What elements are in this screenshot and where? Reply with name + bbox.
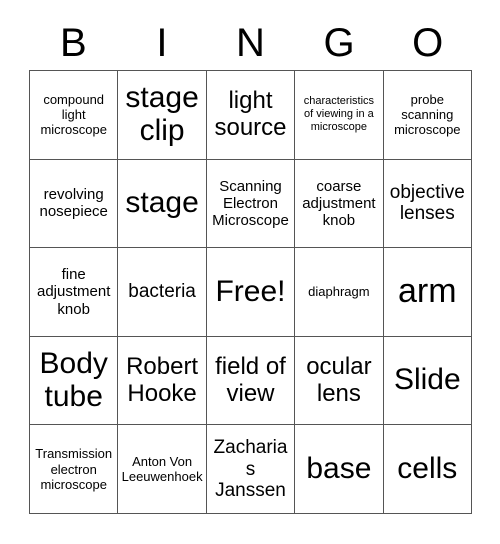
bingo-cell-r5c4[interactable]: base bbox=[295, 425, 384, 514]
bingo-header-letter-o: O bbox=[412, 21, 444, 65]
bingo-cell-label: Slide bbox=[393, 363, 461, 397]
bingo-cell-r2c3[interactable]: Scanning Electron Microscope bbox=[206, 159, 296, 249]
bingo-cell-r4c4[interactable]: ocular lens bbox=[295, 336, 384, 426]
bingo-cell-label: coarse adjustment knob bbox=[302, 177, 376, 230]
bingo-cell-r2c4[interactable]: coarse adjustment knob bbox=[295, 159, 384, 249]
bingo-cell-r1c5[interactable]: probe scanning microscope bbox=[383, 71, 472, 160]
bingo-cell-label: base bbox=[306, 451, 372, 485]
bingo-card: B I N G O compound light microscope stag… bbox=[0, 0, 500, 544]
bingo-cell-r2c5[interactable]: objective lenses bbox=[383, 159, 472, 249]
bingo-header-letter-b: B bbox=[59, 21, 87, 65]
bingo-cell-label: Anton Von Leeuwenhoek bbox=[121, 453, 203, 485]
bingo-cell-r3c5[interactable]: arm bbox=[383, 248, 472, 337]
bingo-cell-label: probe scanning microscope bbox=[394, 91, 461, 138]
bingo-cell-label: diaphragm bbox=[308, 284, 370, 300]
bingo-cell-label: revolving nosepiece bbox=[39, 186, 108, 221]
bingo-cell-label: field of view bbox=[215, 353, 286, 407]
bingo-cell-r4c5[interactable]: Slide bbox=[383, 336, 472, 426]
bingo-cell-label: stage clip bbox=[125, 81, 199, 147]
bingo-cell-r4c1[interactable]: Body tube bbox=[30, 336, 119, 426]
bingo-cell-label: objective lenses bbox=[389, 182, 465, 225]
bingo-cell-r5c2[interactable]: Anton Von Leeuwenhoek bbox=[118, 425, 207, 514]
bingo-cell-r4c3[interactable]: field of view bbox=[206, 336, 296, 426]
bingo-cell-label: characteristics of viewing in a microsco… bbox=[303, 95, 375, 134]
bingo-cell-label: fine adjustment knob bbox=[37, 266, 111, 318]
bingo-cell-free-space[interactable]: Free! bbox=[206, 248, 296, 337]
bingo-cell-r3c1[interactable]: fine adjustment knob bbox=[30, 248, 119, 337]
bingo-cell-label: ocular lens bbox=[306, 353, 372, 407]
bingo-cell-r2c1[interactable]: revolving nosepiece bbox=[30, 159, 119, 249]
bingo-cell-label: cells bbox=[397, 451, 458, 485]
bingo-cell-r1c3[interactable]: light source bbox=[206, 71, 296, 160]
bingo-cell-r5c5[interactable]: cells bbox=[383, 425, 472, 514]
bingo-cell-label: bacteria bbox=[128, 281, 196, 303]
bingo-cell-r5c3[interactable]: Zacharias Janssen bbox=[206, 425, 296, 514]
bingo-cell-r1c1[interactable]: compound light microscope bbox=[30, 71, 119, 160]
bingo-cell-r1c2[interactable]: stage clip bbox=[118, 71, 207, 160]
bingo-cell-label: compound light microscope bbox=[40, 91, 107, 138]
bingo-cell-r2c2[interactable]: stage bbox=[118, 159, 207, 249]
bingo-grid: compound light microscope stage clip lig… bbox=[29, 70, 472, 514]
bingo-header-letter-i: I bbox=[156, 21, 168, 65]
bingo-header-letter-n: N bbox=[236, 21, 265, 65]
bingo-cell-label: stage bbox=[125, 186, 199, 220]
bingo-cell-label: Scanning Electron Microscope bbox=[212, 177, 289, 230]
bingo-cell-label: Body tube bbox=[39, 347, 108, 413]
bingo-cell-r3c2[interactable]: bacteria bbox=[118, 248, 207, 337]
bingo-cell-label: Transmission electron microscope bbox=[35, 446, 113, 492]
bingo-header-row: B I N G O bbox=[29, 16, 472, 70]
bingo-cell-label: arm bbox=[398, 272, 457, 311]
bingo-cell-label: Free! bbox=[215, 274, 286, 308]
bingo-cell-r1c4[interactable]: characteristics of viewing in a microsco… bbox=[295, 71, 384, 160]
bingo-cell-r5c1[interactable]: Transmission electron microscope bbox=[30, 425, 119, 514]
bingo-cell-r4c2[interactable]: Robert Hooke bbox=[118, 336, 207, 426]
bingo-cell-label: Robert Hooke bbox=[126, 353, 199, 407]
bingo-header-letter-g: G bbox=[323, 21, 355, 65]
bingo-cell-r3c4[interactable]: diaphragm bbox=[295, 248, 384, 337]
bingo-cell-label: Zacharias Janssen bbox=[213, 437, 288, 501]
bingo-cell-label: light source bbox=[214, 87, 287, 141]
